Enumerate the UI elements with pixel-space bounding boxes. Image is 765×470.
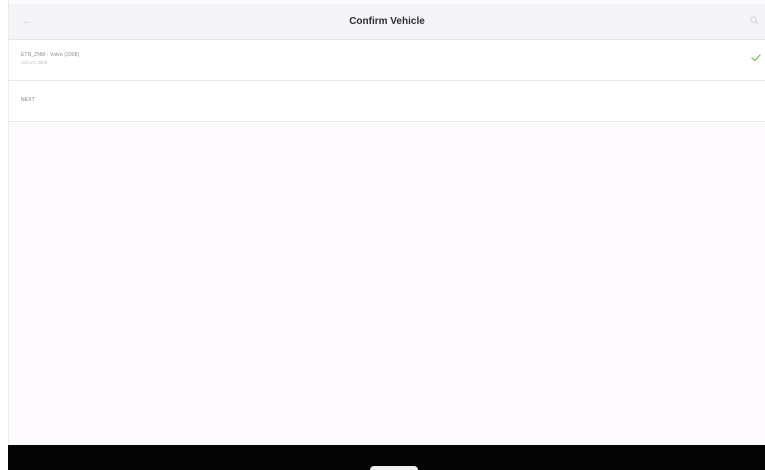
next-label: NEXT [21,97,35,103]
vehicle-row[interactable]: ETN_ZNM - Volvo (2008) VOLVO 2008 [9,40,765,81]
search-button[interactable] [747,13,763,29]
vehicle-list: ETN_ZNM - Volvo (2008) VOLVO 2008 NEXT [9,40,765,122]
vehicle-title: ETN_ZNM - Volvo (2008) [21,52,80,58]
system-navigation-bar [8,445,765,470]
checkmark-icon [751,54,761,62]
home-indicator[interactable] [370,466,418,470]
top-bar: ← Confirm Vehicle [9,4,765,40]
vehicle-subtitle: VOLVO 2008 [21,60,48,65]
search-icon [750,16,759,25]
screen: ← Confirm Vehicle ETN_ZNM - Volvo (2008)… [0,0,765,470]
next-item[interactable]: NEXT [9,81,765,122]
app-surface: ← Confirm Vehicle ETN_ZNM - Volvo (2008)… [8,0,765,445]
page-title: Confirm Vehicle [349,16,425,27]
